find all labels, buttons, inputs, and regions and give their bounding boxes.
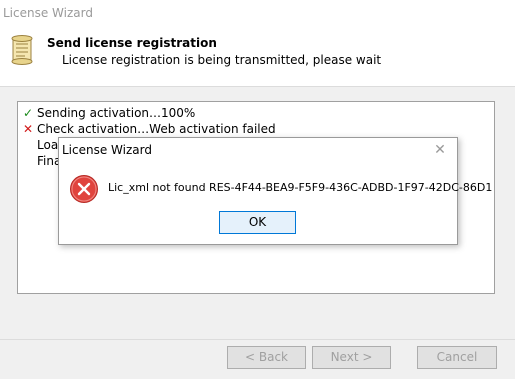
log-text: Loa: [37, 138, 59, 152]
close-icon[interactable]: ✕: [429, 139, 451, 161]
dialog-title: License Wizard: [62, 143, 152, 157]
cancel-button[interactable]: Cancel: [417, 346, 497, 369]
wizard-header: Send license registration License regist…: [0, 26, 515, 87]
error-dialog: License Wizard ✕ Lic_xml not found RES-4…: [58, 137, 492, 245]
log-text: Check activation…Web activation failed: [37, 122, 276, 136]
license-wizard-window: License Wizard Send license registration…: [0, 0, 515, 379]
log-line-loading: Loa: [37, 138, 58, 153]
log-line-sending: ✓ Sending activation…100%: [21, 106, 195, 121]
log-text: Sending activation…100%: [37, 106, 196, 120]
log-line-check: ✕ Check activation…Web activation failed: [21, 122, 276, 137]
footer-separator: [0, 339, 515, 340]
wizard-step-title: Send license registration: [47, 36, 217, 50]
dialog-titlebar: License Wizard ✕: [59, 138, 457, 162]
error-icon: [70, 175, 98, 203]
dialog-body: Lic_xml not found RES-4F44-BEA9-F5F9-436…: [59, 162, 492, 244]
cross-icon: ✕: [22, 122, 34, 136]
ok-button[interactable]: OK: [219, 211, 296, 234]
wizard-step-subtitle: License registration is being transmitte…: [62, 53, 382, 67]
window-titlebar: License Wizard: [0, 0, 515, 26]
checkmark-icon: ✓: [22, 106, 34, 120]
scroll-icon: [11, 35, 33, 65]
back-button[interactable]: < Back: [227, 346, 306, 369]
error-message: Lic_xml not found RES-4F44-BEA9-F5F9-436…: [108, 181, 493, 194]
window-title: License Wizard: [3, 6, 93, 20]
next-button[interactable]: Next >: [312, 346, 391, 369]
